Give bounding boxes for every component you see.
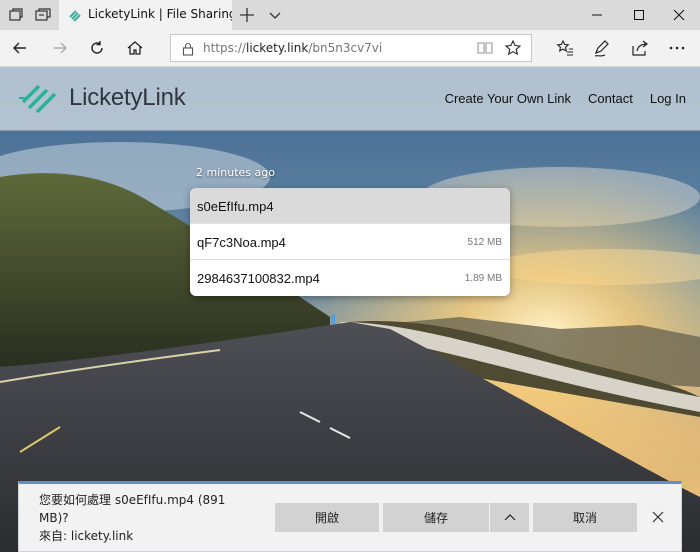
favorites-hub-icon[interactable] [555,38,575,58]
download-prompt-message: 您要如何處理 s0eEfIfu.mp4 (891 MB)? 來自: licket… [39,491,254,545]
share-icon[interactable] [630,38,650,58]
file-name: qF7c3Noa.mp4 [197,235,286,250]
close-icon [673,9,685,21]
nav-contact[interactable]: Contact [588,91,633,106]
more-icon[interactable] [667,38,687,58]
chevron-down-icon[interactable] [265,5,285,25]
cancel-button[interactable]: 取消 [533,503,637,532]
file-row[interactable]: qF7c3Noa.mp4 512 MB [190,224,510,260]
url-path: /bn5n3cv7vi [308,41,383,55]
tab-preview-icon[interactable] [33,5,53,25]
file-size: 512 MB [467,237,502,248]
tab-strip: LicketyLink | File Sharing [0,0,700,30]
minimize-icon [592,14,602,16]
url-scheme: https:// [203,41,247,55]
file-name: s0eEfIfu.mp4 [197,199,274,214]
open-button[interactable]: 開啟 [275,503,379,532]
site-logo-text[interactable]: LicketyLink [69,84,186,112]
reading-view-icon[interactable] [476,39,494,57]
save-button[interactable]: 儲存 [383,503,489,532]
licketylink-favicon-icon [69,10,81,22]
url-host: lickety.link [246,41,309,55]
file-row[interactable]: 2984637100832.mp4 1.89 MB [190,260,510,296]
file-size: 1.89 MB [464,273,502,284]
licketylink-logo-icon[interactable] [17,80,67,116]
browser-toolbar: https://lickety.link/bn5n3cv7vi [0,30,700,67]
favorite-star-icon[interactable] [504,39,522,57]
nav-create-link[interactable]: Create Your Own Link [445,91,571,106]
download-prompt-bar: 您要如何處理 s0eEfIfu.mp4 (891 MB)? 來自: licket… [18,481,682,552]
file-row[interactable]: s0eEfIfu.mp4 [190,188,510,224]
pen-icon[interactable] [592,38,612,58]
download-source: 來自: lickety.link [39,529,134,543]
save-options-button[interactable] [489,503,529,532]
new-tab-icon[interactable] [237,5,257,25]
background-landscape-image [0,67,700,552]
upload-timestamp: 2 minutes ago [196,166,275,179]
refresh-icon[interactable] [87,38,107,58]
file-name: 2984637100832.mp4 [197,271,320,286]
back-icon[interactable] [10,38,30,58]
web-page: LicketyLink Create Your Own Link Contact… [0,67,700,552]
download-question: 您要如何處理 s0eEfIfu.mp4 (891 MB)? [39,493,226,525]
close-icon[interactable] [649,508,667,526]
url-text[interactable]: https://lickety.link/bn5n3cv7vi [203,41,382,55]
home-icon[interactable] [125,38,145,58]
forward-icon[interactable] [50,38,70,58]
site-nav: Create Your Own Link Contact Log In [445,91,686,106]
browser-tab-active[interactable]: LicketyLink | File Sharing [59,0,232,30]
chevron-up-icon [504,513,515,520]
minimize-button[interactable] [574,0,620,30]
nav-log-in[interactable]: Log In [650,91,686,106]
maximize-icon [634,10,644,20]
address-bar[interactable]: https://lickety.link/bn5n3cv7vi [170,34,532,62]
tab-groups-icon[interactable] [6,5,26,25]
file-list: s0eEfIfu.mp4 qF7c3Noa.mp4 512 MB 2984637… [190,188,510,296]
tab-title: LicketyLink | File Sharing [88,7,232,21]
site-header: LicketyLink Create Your Own Link Contact… [0,67,700,131]
lock-icon [182,42,194,56]
close-window-button[interactable] [656,0,700,30]
